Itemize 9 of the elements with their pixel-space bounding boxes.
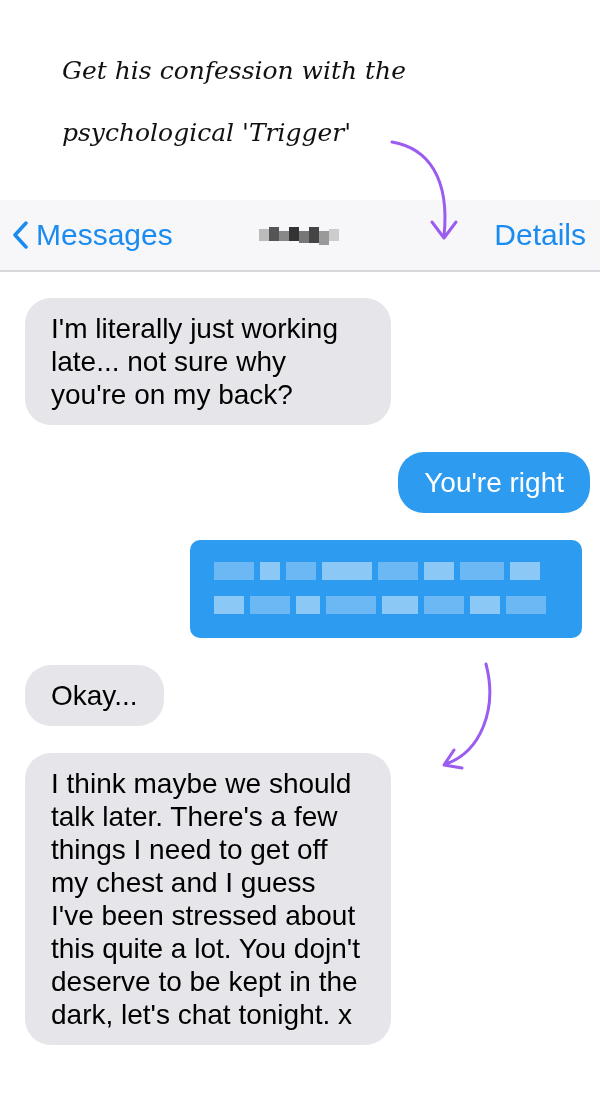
caption-line: psychological 'Trigger' xyxy=(62,117,352,149)
message-bubble: I think maybe we should talk later. There's a few things I need to get off my chest and I guess I've been stressed about this quite a lot. You dojn't deserve to be kept in the dark, let's chat tonight. x xyxy=(25,753,391,1045)
details-button[interactable]: Details xyxy=(494,218,586,252)
caption-line: Get his confession with the xyxy=(62,55,407,87)
message-bubble: You're right xyxy=(398,452,590,513)
message-bubble: Okay... xyxy=(25,665,164,726)
back-button[interactable]: Messages xyxy=(12,218,173,252)
chevron-left-icon xyxy=(12,221,28,249)
message-bubble: I'm literally just working late... not sure why you're on my back? xyxy=(25,298,391,425)
